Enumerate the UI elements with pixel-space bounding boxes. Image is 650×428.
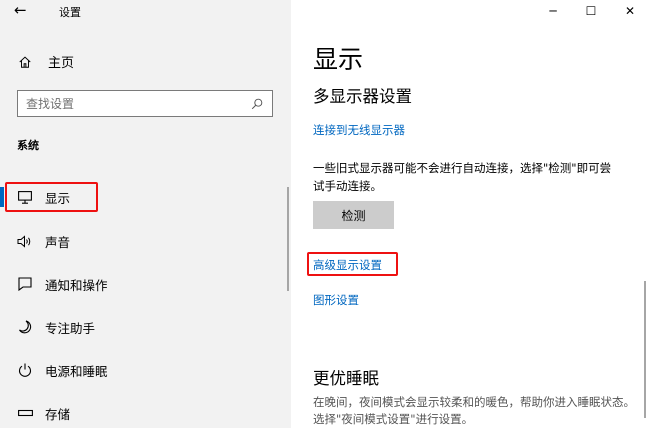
sidebar-item-notifications[interactable]: 通知和操作 (0, 269, 290, 299)
multi-display-heading: 多显示器设置 (313, 87, 412, 106)
graphics-settings-link[interactable]: 图形设置 (313, 292, 359, 308)
search-box[interactable] (17, 90, 273, 117)
window-title: 设置 (59, 6, 81, 19)
sidebar-item-label: 电源和睡眠 (45, 363, 108, 379)
sidebar-item-label: 声音 (45, 234, 71, 250)
back-arrow-icon[interactable]: ← (14, 1, 27, 19)
monitor-icon (17, 189, 33, 205)
main-content: 显示 多显示器设置 连接到无线显示器 一些旧式显示器可能不会进行自动连接，选择"… (291, 0, 650, 428)
power-icon (17, 362, 33, 378)
page-title: 显示 (313, 45, 364, 74)
section-title: 系统 (17, 139, 39, 152)
sleep-description: 在晚间，夜间模式会显示较柔和的暖色，帮助你进入睡眠状态。选择"夜间模式设置"进行… (313, 395, 635, 426)
sidebar-item-home[interactable]: 主页 (18, 52, 74, 71)
sidebar-item-label: 主页 (48, 56, 75, 71)
notification-icon (17, 276, 33, 292)
sidebar: ← 设置 主页 系统 显示 声音 通知和操作 专注助手 (0, 0, 291, 428)
connect-wireless-display-link[interactable]: 连接到无线显示器 (313, 122, 405, 138)
detect-description: 一些旧式显示器可能不会进行自动连接，选择"检测"即可尝试手动连接。 (313, 161, 612, 193)
search-input[interactable] (26, 96, 250, 111)
sleep-heading: 更优睡眠 (313, 369, 379, 388)
sidebar-item-label: 显示 (45, 190, 71, 206)
detect-button[interactable]: 检测 (313, 201, 394, 229)
main-scrollbar[interactable] (644, 281, 646, 418)
sidebar-item-power-sleep[interactable]: 电源和睡眠 (0, 355, 290, 385)
sidebar-scrollbar[interactable] (287, 187, 289, 291)
close-button[interactable]: ✕ (607, 0, 650, 22)
maximize-icon: ☐ (585, 4, 597, 18)
home-icon (19, 56, 31, 68)
active-indicator (0, 187, 4, 207)
speaker-icon (17, 233, 33, 249)
minimize-icon: ─ (549, 4, 557, 18)
sidebar-item-sound[interactable]: 声音 (0, 226, 290, 256)
sidebar-item-label: 存储 (45, 406, 71, 422)
sidebar-item-display[interactable]: 显示 (0, 182, 290, 212)
sidebar-item-label: 专注助手 (45, 320, 96, 336)
sidebar-item-label: 通知和操作 (45, 277, 108, 293)
close-icon: ✕ (624, 4, 636, 18)
sidebar-item-storage[interactable]: 存储 (0, 398, 290, 428)
storage-icon (17, 405, 33, 421)
moon-icon (17, 319, 33, 335)
sidebar-item-focus-assist[interactable]: 专注助手 (0, 312, 290, 342)
advanced-display-settings-link[interactable]: 高级显示设置 (313, 257, 382, 273)
search-icon (251, 98, 263, 109)
